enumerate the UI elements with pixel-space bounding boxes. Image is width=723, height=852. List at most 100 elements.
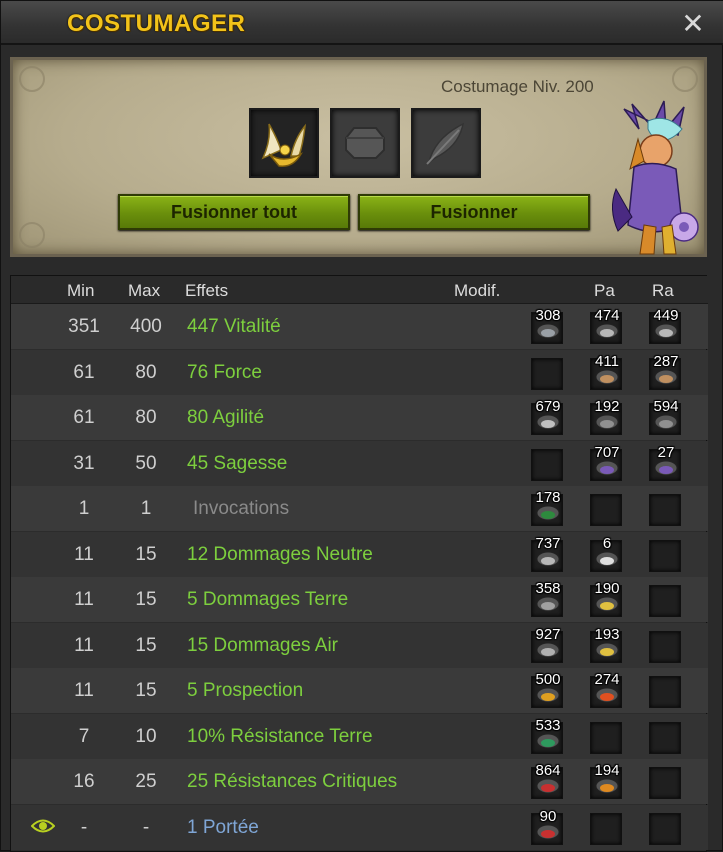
rune-slot-normal[interactable]: 533 — [531, 717, 563, 754]
table-row: 11 15 12 Dommages Neutre 737 6 — [11, 531, 708, 577]
rune-slot-normal[interactable]: 90 — [531, 808, 563, 845]
max-value: 10 — [135, 725, 157, 747]
effect-label: 12 Dommages Neutre — [187, 543, 373, 565]
min-value: 61 — [73, 407, 95, 428]
rune-slot-ra[interactable] — [649, 494, 681, 526]
eye-icon[interactable] — [31, 817, 55, 835]
feather-slot[interactable] — [411, 108, 481, 178]
item-slot[interactable] — [249, 108, 319, 178]
effect-label: 15 Dommages Air — [187, 634, 339, 656]
min-value: 16 — [73, 771, 95, 792]
max-value: 25 — [135, 771, 157, 792]
rune-slot-pa[interactable] — [590, 721, 622, 754]
min-value: - — [80, 816, 88, 838]
rune-slot-normal[interactable]: 308 — [531, 307, 563, 344]
rune-count: 927 — [535, 625, 561, 643]
rune-slot-pa[interactable]: 193 — [590, 626, 622, 663]
rune-slot-ra[interactable]: 287 — [649, 353, 681, 390]
rune-count: 6 — [602, 534, 612, 552]
header-max: Max — [128, 281, 161, 300]
max-value: 50 — [135, 452, 157, 474]
rune-count: 27 — [657, 443, 675, 461]
title-bar: COSTUMAGER ✕ — [1, 1, 723, 45]
rune-slot-ra[interactable] — [649, 539, 681, 572]
rune-slot-pa[interactable]: 707 — [590, 444, 622, 481]
effect-label: 25 Résistances Critiques — [187, 771, 398, 792]
rune-slot-pa[interactable] — [590, 812, 622, 845]
rune-slot-pa[interactable]: 192 — [590, 398, 622, 435]
rune-count: 308 — [535, 307, 561, 324]
max-value: 1 — [140, 498, 152, 519]
rune-slot-ra[interactable]: 449 — [649, 307, 681, 344]
costumager-window: COSTUMAGER ✕ Costumage Niv. 200 Fusionne… — [0, 0, 723, 852]
table-header: Min Max Effets Modif. Pa Ra — [11, 276, 708, 304]
table-row: 61 80 80 Agilité 679 192 594 — [11, 395, 708, 440]
effect-label: Invocations — [193, 498, 290, 519]
feather-icon — [426, 122, 465, 165]
ornament-corner — [19, 66, 45, 92]
rune-slot-normal[interactable]: 927 — [531, 626, 563, 663]
rune-slot-pa[interactable] — [590, 494, 622, 526]
rune-slot-ra[interactable] — [649, 767, 681, 799]
rune-slot-ra[interactable] — [649, 676, 681, 708]
rune-slot[interactable] — [330, 108, 400, 178]
header-modif: Modif. — [454, 281, 501, 300]
rune-slot-pa[interactable]: 190 — [590, 580, 622, 617]
min-value: 31 — [73, 452, 95, 474]
min-value: 11 — [74, 589, 94, 610]
rune-count: 90 — [539, 807, 557, 825]
effect-label: 5 Dommages Terre — [187, 589, 349, 610]
max-value: 15 — [135, 634, 157, 656]
rune-slot-pa[interactable]: 274 — [590, 671, 622, 708]
min-value: 351 — [68, 316, 100, 337]
rune-slot-pa[interactable]: 194 — [590, 762, 622, 799]
rune-count: 192 — [594, 398, 620, 415]
rune-count: 194 — [594, 762, 620, 779]
rune-slot-ra[interactable] — [649, 721, 681, 754]
max-value: 80 — [135, 407, 157, 428]
close-icon[interactable]: ✕ — [678, 9, 708, 39]
rune-slot-normal[interactable] — [531, 448, 563, 481]
rune-slot-pa[interactable]: 6 — [590, 535, 622, 572]
rune-count: 411 — [595, 352, 619, 370]
rune-count: 864 — [535, 762, 561, 779]
table-row: 31 50 45 Sagesse 707 27 — [11, 440, 708, 486]
rune-slot-ra[interactable]: 594 — [649, 398, 681, 435]
rune-slot-normal[interactable]: 500 — [531, 671, 563, 708]
effect-label: 10% Résistance Terre — [187, 725, 373, 747]
table-row: 7 10 10% Résistance Terre 533 — [11, 713, 708, 759]
merge-all-button[interactable]: Fusionner tout — [118, 194, 350, 230]
rune-slot-normal[interactable]: 737 — [531, 535, 563, 572]
effects-table: Min Max Effets Modif. Pa Ra 351 400 447 Vi… — [10, 275, 708, 852]
header-pa: Pa — [594, 281, 615, 300]
min-value: 11 — [74, 680, 94, 701]
effect-label: 447 Vitalité — [187, 316, 281, 337]
rune-slot-normal[interactable]: 864 — [531, 762, 563, 799]
header-ra: Ra — [652, 281, 674, 300]
table-row: 1 1 Invocations 178 — [11, 486, 708, 531]
table-row: 351 400 447 Vitalité 308 474 449 — [11, 304, 708, 349]
table-row: 11 15 5 Prospection 500 274 — [11, 668, 708, 713]
max-value: 15 — [135, 589, 157, 610]
rune-slot-ra[interactable] — [649, 585, 681, 617]
rune-slot-normal[interactable]: 178 — [531, 489, 563, 526]
max-value: 80 — [135, 361, 157, 383]
rune-slot-normal[interactable] — [531, 357, 563, 390]
rune-slot-pa[interactable]: 411 — [590, 353, 622, 390]
rune-count: 500 — [535, 671, 561, 688]
table-row: 11 15 15 Dommages Air 927 193 — [11, 622, 708, 668]
effect-label: 1 Portée — [187, 816, 259, 838]
rune-slot-pa[interactable]: 474 — [590, 307, 622, 344]
min-value: 7 — [78, 725, 90, 747]
rune-count: 193 — [594, 625, 620, 643]
costume-level: Costumage Niv. 200 — [441, 77, 594, 96]
rune-slot-normal[interactable]: 679 — [531, 398, 563, 435]
table-row: - - 1 Portée 90 — [11, 804, 708, 850]
rune-slot-ra[interactable] — [649, 630, 681, 663]
effect-label: 5 Prospection — [187, 680, 304, 701]
merge-button[interactable]: Fusionner — [358, 194, 590, 230]
rune-slot-ra[interactable]: 27 — [649, 444, 681, 481]
rune-slot-ra[interactable] — [649, 812, 681, 845]
effect-label: 76 Force — [187, 361, 262, 383]
rune-slot-normal[interactable]: 358 — [531, 580, 563, 617]
